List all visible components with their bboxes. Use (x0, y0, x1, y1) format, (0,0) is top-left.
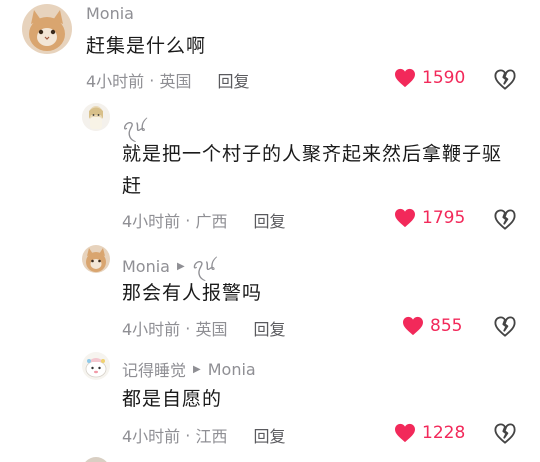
heart-icon (395, 423, 415, 443)
comment-time: 4小时前 (122, 427, 181, 446)
like-count: 1228 (422, 423, 466, 443)
dislike-button[interactable] (494, 423, 516, 445)
avatar[interactable] (82, 352, 110, 380)
reply-to-user[interactable]: Monia (208, 360, 256, 379)
heart-icon (403, 316, 423, 336)
avatar[interactable] (82, 103, 110, 131)
broken-heart-icon (494, 209, 516, 230)
comment-author[interactable]: Monia (86, 4, 134, 23)
comment-location: 英国 (159, 72, 192, 91)
reply-button[interactable]: 回复 (253, 423, 285, 447)
like-count: 1590 (422, 68, 466, 88)
comment-location: 江西 (195, 427, 228, 446)
avatar[interactable] (82, 457, 110, 462)
comment-meta: 4小时前 · 江西 回复 (122, 423, 285, 447)
comment-text: 都是自愿的 (122, 388, 223, 410)
avatar[interactable] (22, 4, 72, 54)
reply-arrow-icon: ▶ (193, 363, 201, 375)
comment-author[interactable]: 记得睡觉 ▶ Monia (122, 357, 256, 381)
dislike-button[interactable] (494, 69, 516, 91)
reply-button[interactable]: 回复 (217, 68, 249, 92)
heart-icon (395, 68, 415, 88)
comment-meta: 4小时前 · 广西 回复 (122, 208, 285, 232)
dislike-button[interactable] (494, 316, 516, 338)
comment-text: 赶集是什么啊 (86, 35, 207, 57)
reply-button[interactable]: 回复 (253, 316, 285, 340)
comment-thread: Monia 赶集是什么啊 4小时前 · 英国 回复 1590 ꪖꪙ 就是把一个村… (0, 0, 540, 462)
comment-location: 广西 (195, 212, 228, 231)
like-button[interactable]: 1795 (394, 208, 465, 228)
like-button[interactable]: 1590 (394, 68, 465, 88)
broken-heart-icon (494, 423, 516, 444)
comment-text: 就是把一个村子的人聚齐起来然后拿鞭子驱 赶 (122, 143, 503, 197)
comment-meta: 4小时前 · 英国 回复 (122, 316, 285, 340)
avatar[interactable] (82, 245, 110, 273)
dislike-button[interactable] (494, 209, 516, 231)
like-count: 1795 (422, 208, 466, 228)
comment-time: 4小时前 (86, 72, 145, 91)
like-count: 855 (430, 316, 463, 336)
reply-button[interactable]: 回复 (253, 208, 285, 232)
comment-meta: 4小时前 · 英国 回复 (86, 68, 249, 92)
like-button[interactable]: 855 (402, 316, 462, 336)
like-button[interactable]: 1228 (394, 423, 465, 443)
comment-location: 英国 (195, 320, 228, 339)
reply-arrow-icon: ▶ (176, 260, 185, 272)
broken-heart-icon (494, 316, 516, 337)
comment-text: 那会有人报警吗 (122, 282, 263, 304)
comment-time: 4小时前 (122, 212, 181, 231)
comment-time: 4小时前 (122, 320, 181, 339)
broken-heart-icon (494, 69, 516, 90)
heart-icon (395, 208, 415, 228)
